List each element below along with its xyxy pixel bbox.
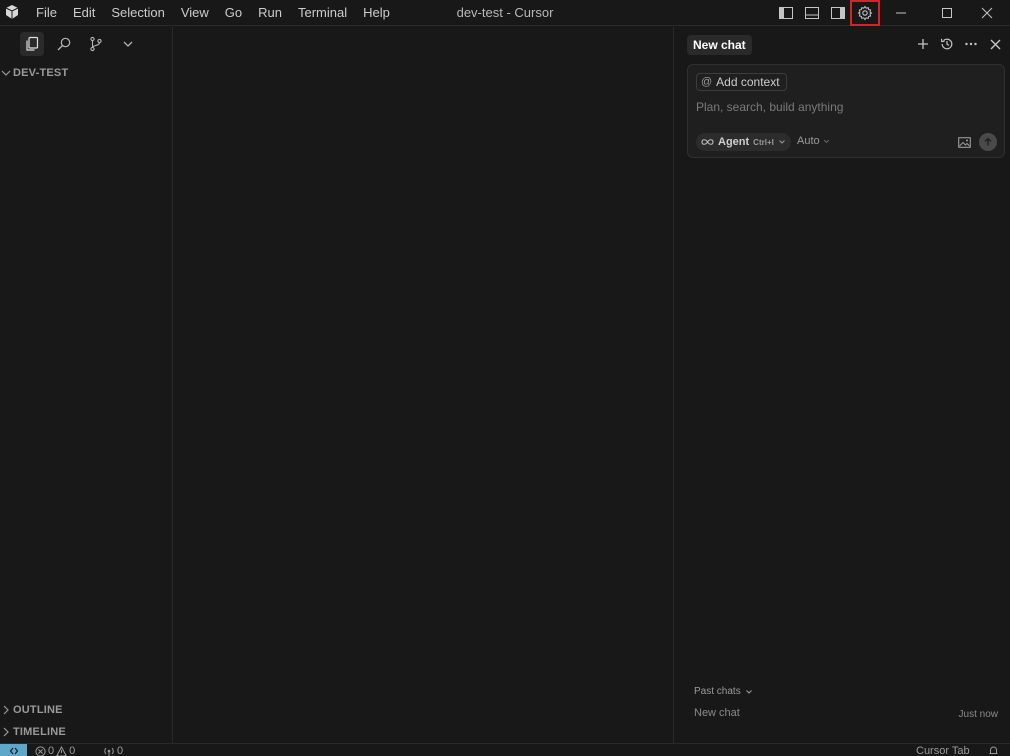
new-chat-button[interactable] [914,35,932,53]
chevron-down-icon [1,70,11,76]
problems-indicator[interactable]: 0 0 [35,745,75,756]
send-button[interactable] [979,133,997,151]
warning-count: 0 [69,745,76,756]
editor-area[interactable] [174,27,673,743]
menu-selection[interactable]: Selection [103,0,172,26]
chevron-down-icon [123,41,133,47]
search-icon [57,37,71,51]
chat-history-button[interactable] [938,35,956,53]
close-chat-button[interactable] [986,35,1004,53]
chat-panel: New chat @ Add context Plan, search, bui… [673,27,1010,743]
chevron-right-icon [3,727,9,737]
source-control-icon [90,36,102,52]
more-horizontal-icon [965,42,977,46]
chevron-down-icon [778,140,785,144]
search-tab[interactable] [52,32,76,56]
menu-edit[interactable]: Edit [65,0,103,26]
image-icon [957,136,971,148]
agent-shortcut: Ctrl+I [753,137,774,147]
menu-view[interactable]: View [173,0,217,26]
agent-label: Agent [718,136,750,148]
sidebar-view-switcher [20,32,140,56]
explorer-folder-header[interactable]: DEV-TEST [0,63,68,83]
source-control-tab[interactable] [84,32,108,56]
chat-composer[interactable]: @ Add context Plan, search, build anythi… [687,64,1005,158]
title-bar: File Edit Selection View Go Run Terminal… [0,0,1010,26]
panel-bottom-icon [805,7,819,19]
at-sign-icon: @ [701,76,713,88]
outline-label: OUTLINE [13,704,63,716]
past-chats-label: Past chats [694,686,741,697]
close-window-button[interactable] [964,0,1010,26]
chat-toolbar [914,35,1004,53]
menu-bar: File Edit Selection View Go Run Terminal… [28,0,398,26]
remote-icon [9,747,18,754]
chat-tab-new-chat[interactable]: New chat [687,35,752,55]
minimize-button[interactable] [878,0,924,26]
timeline-label: TIMELINE [13,726,66,738]
primary-sidebar: DEV-TEST OUTLINE TIMELINE [0,27,173,743]
status-bar: 0 0 0 Cursor Tab [0,743,1010,756]
close-icon [990,39,1000,49]
toggle-secondary-sidebar-button[interactable] [826,2,850,24]
maximize-icon [942,8,952,18]
menu-terminal[interactable]: Terminal [290,0,355,26]
chat-input[interactable]: Plan, search, build anything [696,100,843,114]
folder-name: DEV-TEST [13,67,69,79]
model-selector[interactable]: Auto [797,135,830,147]
cursor-tab-status[interactable]: Cursor Tab [916,745,970,756]
bell-icon [989,746,998,754]
error-icon [35,745,46,756]
chevron-right-icon [3,705,9,715]
cursor-logo-icon [5,5,19,19]
attach-image-button[interactable] [956,135,972,149]
menu-run[interactable]: Run [250,0,290,26]
ports-indicator[interactable]: 0 [103,745,123,756]
past-chat-item[interactable]: New chat [694,707,740,719]
toggle-panel-button[interactable] [800,2,824,24]
sidebar-right-icon [831,7,845,19]
chevron-down-icon [745,689,752,694]
menu-go[interactable]: Go [217,0,250,26]
arrow-up-icon [984,137,992,146]
chevron-down-icon [823,139,829,143]
past-chats-toggle[interactable]: Past chats [694,686,753,697]
agent-mode-dropdown[interactable]: Agent Ctrl+I [696,133,791,151]
infinity-icon [701,139,714,145]
gear-icon [857,5,873,21]
add-context-label: Add context [716,75,780,89]
settings-button[interactable] [850,0,880,26]
toggle-primary-sidebar-button[interactable] [774,2,798,24]
menu-file[interactable]: File [28,0,65,26]
error-count: 0 [48,745,55,756]
history-icon [940,38,953,50]
plus-icon [918,39,928,49]
menu-help[interactable]: Help [355,0,398,26]
remote-indicator-button[interactable] [0,744,27,756]
past-chat-time: Just now [958,709,998,720]
model-label: Auto [797,135,820,147]
notifications-button[interactable] [988,745,999,756]
warning-icon [56,745,68,756]
sidebar-left-icon [779,7,793,19]
chat-more-button[interactable] [962,35,980,53]
explorer-tab[interactable] [20,32,44,56]
close-icon [981,7,993,19]
outline-section-header[interactable]: OUTLINE [0,700,63,720]
add-context-button[interactable]: @ Add context [696,73,787,91]
ports-count: 0 [117,745,124,756]
timeline-section-header[interactable]: TIMELINE [0,722,66,742]
minimize-icon [896,12,906,14]
files-icon [26,36,39,51]
more-views-button[interactable] [116,32,140,56]
broadcast-icon [104,747,114,756]
